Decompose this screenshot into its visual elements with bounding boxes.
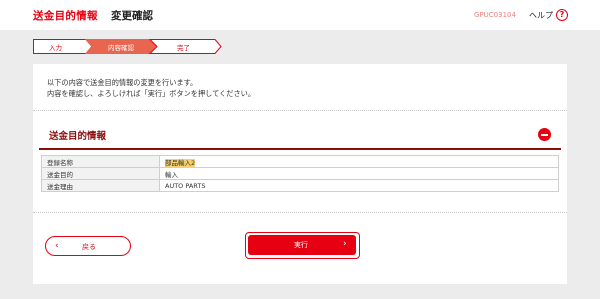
step-complete: 完了 [177,44,190,52]
chevron-right-icon: › [343,239,347,249]
main-card: 以下の内容で送金目的情報の変更を行います。 内容を確認し、よろしければ「実行」ボ… [33,64,567,284]
screen-code: GPUC03104 [474,11,516,19]
progress-steps: 入力 内容確認 完了 [33,39,223,54]
row-value: 輸入 [159,167,559,180]
divider [33,212,567,213]
row-value: 部品輸入2 [159,155,559,168]
row-key: 送金理由 [41,179,160,192]
back-button-label: 戻る [82,243,96,251]
execute-button[interactable]: 実行 › [248,235,356,255]
intro-text: 以下の内容で送金目的情報の変更を行います。 内容を確認し、よろしければ「実行」ボ… [47,77,255,99]
step-input: 入力 [49,44,62,52]
execute-button-focus-ring: 実行 › [245,232,360,259]
table-row: 登録名称 部品輸入2 [41,155,559,168]
registered-name-value: 部品輸入2 [165,158,196,167]
step-confirm: 内容確認 [108,44,134,52]
detail-table: 登録名称 部品輸入2 送金目的 輸入 送金理由 AUTO PARTS [41,155,559,192]
intro-line-2: 内容を確認し、よろしければ「実行」ボタンを押してください。 [47,89,256,98]
help-icon[interactable]: ? [556,9,568,21]
table-row: 送金目的 輸入 [41,167,559,180]
row-key: 送金目的 [41,167,160,180]
chevron-left-icon: ‹ [55,241,59,251]
row-value: AUTO PARTS [159,179,559,192]
page-header: 送金目的情報 変更確認 GPUC03104 ヘルプ ? [0,0,600,30]
minus-circle-icon[interactable] [538,128,551,141]
execute-button-label: 実行 [294,241,308,249]
table-row: 送金理由 AUTO PARTS [41,179,559,192]
help-link[interactable]: ヘルプ [529,10,553,21]
page-subtitle: 変更確認 [111,10,153,22]
step-input-shape [33,39,93,54]
page-title: 送金目的情報 [33,10,98,22]
row-key: 登録名称 [41,155,160,168]
intro-line-1: 以下の内容で送金目的情報の変更を行います。 [47,78,198,87]
back-button[interactable]: ‹ 戻る [45,236,131,256]
section-title: 送金目的情報 [49,131,107,142]
section-underline [39,148,561,150]
divider [33,110,567,111]
